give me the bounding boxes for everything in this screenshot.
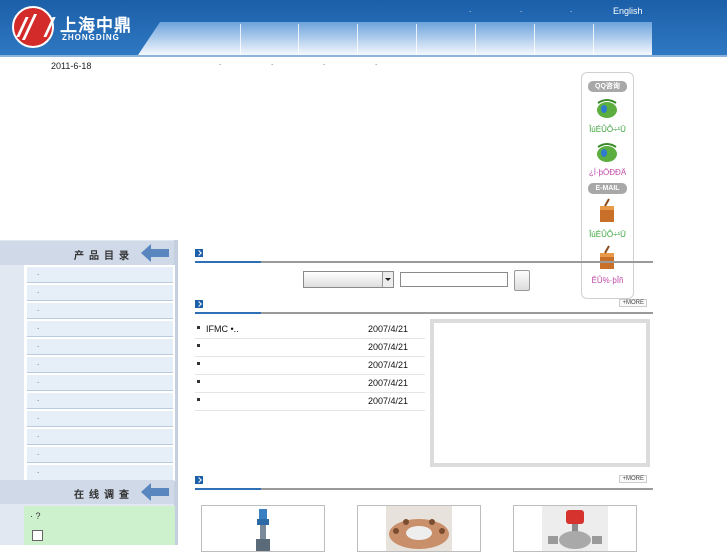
section-accent [195, 261, 261, 263]
section-accent [195, 488, 261, 490]
search-section-header [195, 249, 653, 265]
section-arrow-icon [195, 249, 203, 257]
news-item[interactable]: 2007/4/21 [195, 339, 425, 357]
news-item[interactable]: 2007/4/21 [195, 393, 425, 411]
bullet-icon [197, 326, 200, 329]
nav-item-4[interactable] [416, 24, 417, 55]
current-date: 2011-6-18 [51, 61, 92, 71]
category-item[interactable]: . [27, 267, 173, 283]
category-item[interactable]: . [27, 429, 173, 445]
top-link-1[interactable]: . [469, 5, 471, 14]
category-item[interactable]: . [27, 465, 173, 481]
arrow-left-icon [141, 483, 169, 501]
online-survey-title: 在线调查 [74, 490, 134, 501]
category-item[interactable]: . [27, 303, 173, 319]
brand-name-english: ZHONGDING [62, 33, 120, 42]
english-language-link[interactable]: English [613, 6, 643, 16]
category-item[interactable]: . [27, 375, 173, 391]
email-service-label-2[interactable]: ÊÛ%·þÎñ [582, 276, 633, 285]
nav-item-1[interactable] [240, 24, 241, 55]
product-category-list: . . . . . . . . . . . . [24, 265, 175, 481]
news-item[interactable]: 2007/4/21 [195, 375, 425, 393]
category-item[interactable]: . [27, 339, 173, 355]
sub-link-4[interactable]: . [375, 58, 377, 67]
qq-service-label-1[interactable]: ÎúÉÛÔ÷¹Ü [582, 125, 633, 134]
search-category-select[interactable] [303, 271, 394, 288]
category-item[interactable]: . [27, 447, 173, 463]
bullet-icon [197, 380, 200, 383]
nav-item-3[interactable] [357, 24, 358, 55]
pressure-valve-icon[interactable] [542, 506, 608, 551]
section-accent [195, 312, 261, 314]
nav-item-7[interactable] [593, 24, 594, 55]
nav-item-5[interactable] [475, 24, 476, 55]
main-navigation-bar [138, 22, 652, 55]
chevron-down-icon[interactable] [382, 272, 393, 287]
news-item[interactable]: 2007/4/21 [195, 357, 425, 375]
product-catalog-title: 产品目录 [74, 251, 134, 262]
email-service-label-1[interactable]: ÎúÉÛÔ÷¹Ü [582, 230, 633, 239]
top-link-3[interactable]: . [570, 5, 572, 14]
section-divider [195, 261, 653, 263]
search-button[interactable] [514, 270, 530, 291]
news-list: IFMC •.. 2007/4/21 2007/4/21 2007/4/21 2… [195, 321, 425, 411]
section-divider [195, 488, 653, 490]
survey-question: · ? [30, 511, 41, 521]
news-date: 2007/4/21 [368, 342, 409, 352]
products-section-header: +MORE [195, 475, 653, 492]
news-date: 2007/4/21 [368, 360, 409, 370]
qq-leaf-icon[interactable] [595, 141, 619, 163]
survey-panel: · ? [24, 506, 175, 545]
category-item[interactable]: . [27, 357, 173, 373]
product-catalog-header: 产品目录 [0, 241, 174, 265]
sub-link-2[interactable]: . [271, 58, 273, 67]
search-input[interactable] [400, 272, 508, 287]
products-more-button[interactable]: +MORE [619, 475, 647, 483]
news-section-header: +MORE [195, 299, 653, 316]
section-divider [195, 312, 653, 314]
qq-service-label-2[interactable]: ¿Í·þÖÐÐÄ [582, 168, 633, 177]
nav-item-6[interactable] [534, 24, 535, 55]
news-more-button[interactable]: +MORE [619, 299, 647, 307]
qq-leaf-icon[interactable] [595, 97, 619, 119]
header-divider [0, 55, 727, 57]
news-item[interactable]: IFMC •.. 2007/4/21 [195, 321, 425, 339]
bullet-icon [197, 362, 200, 365]
category-item[interactable]: . [27, 321, 173, 337]
email-package-icon[interactable] [595, 198, 619, 222]
online-survey-header: 在线调查 [0, 480, 174, 504]
news-date: 2007/4/21 [368, 378, 409, 388]
news-date: 2007/4/21 [368, 324, 409, 334]
news-image-frame [430, 319, 650, 467]
top-link-2[interactable]: . [520, 5, 522, 14]
arrow-left-icon [141, 244, 169, 262]
category-item[interactable]: . [27, 393, 173, 409]
site-header: 上海中鼎 ZHONGDING . . . English [0, 0, 727, 55]
news-title[interactable]: IFMC •.. [206, 324, 239, 334]
news-date: 2007/4/21 [368, 396, 409, 406]
category-item[interactable]: . [27, 285, 173, 301]
sub-link-1[interactable]: . [219, 58, 221, 67]
email-title: E-MAIL [588, 183, 627, 194]
valve-icon[interactable] [242, 506, 284, 551]
survey-option-checkbox[interactable] [32, 530, 43, 541]
sub-link-3[interactable]: . [323, 58, 325, 67]
bullet-icon [197, 344, 200, 347]
flange-icon[interactable] [386, 506, 452, 551]
section-arrow-icon [195, 476, 203, 484]
nav-item-2[interactable] [298, 24, 299, 55]
section-arrow-icon [195, 300, 203, 308]
qq-consult-title: QQ咨询 [588, 81, 627, 92]
bullet-icon [197, 398, 200, 401]
company-logo-icon[interactable] [12, 6, 54, 48]
category-item[interactable]: . [27, 411, 173, 427]
